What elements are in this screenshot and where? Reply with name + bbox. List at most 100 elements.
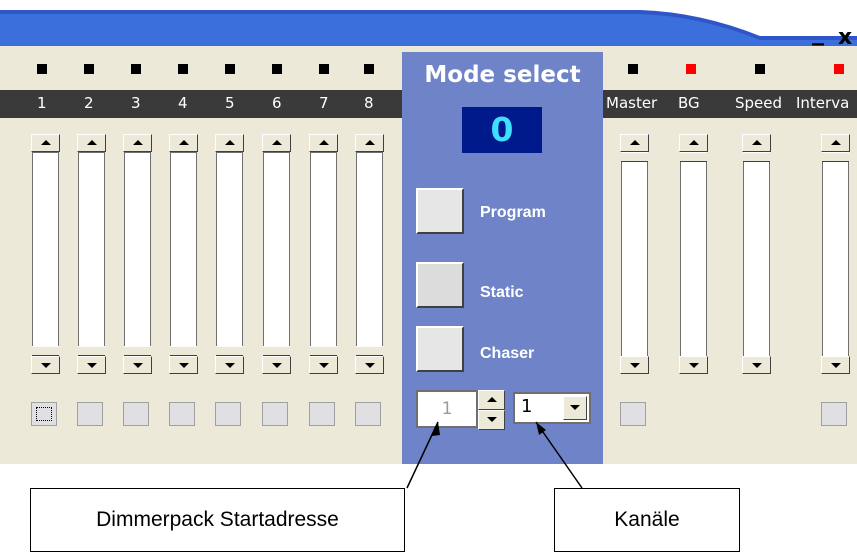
channel-select-button-1[interactable] [31, 402, 57, 426]
slider-track[interactable] [743, 152, 770, 358]
channel-count-value: 1 [521, 396, 533, 417]
static-button[interactable] [416, 262, 464, 308]
led-indicator-4 [178, 64, 188, 74]
slider-track[interactable] [78, 152, 105, 358]
channel-slider-7[interactable] [309, 134, 338, 374]
channel-select-button-8[interactable] [355, 402, 381, 426]
interval-select-button[interactable] [821, 402, 847, 426]
slider-thumb[interactable] [170, 346, 197, 356]
slider-down-button[interactable] [123, 356, 152, 374]
callout-channels: Kanäle [554, 488, 740, 552]
arrow-up-icon [630, 140, 640, 145]
slider-thumb[interactable] [78, 346, 105, 356]
channel-select-button-5[interactable] [215, 402, 241, 426]
channel-label-5: 5 [225, 94, 235, 112]
start-address-input[interactable]: 1 [416, 390, 478, 428]
led-indicator-speed [755, 64, 765, 74]
master-select-button[interactable] [620, 402, 646, 426]
channel-select-button-2[interactable] [77, 402, 103, 426]
channel-slider-4[interactable] [169, 134, 198, 374]
slider-up-button[interactable] [620, 134, 649, 152]
arrow-down-icon [272, 363, 282, 368]
dropdown-button[interactable] [563, 396, 587, 420]
arrow-up-icon [831, 140, 841, 145]
slider-track[interactable] [621, 152, 648, 358]
slider-down-button[interactable] [620, 356, 649, 374]
channel-select-button-4[interactable] [169, 402, 195, 426]
slider-thumb[interactable] [743, 152, 770, 162]
led-indicator-7 [319, 64, 329, 74]
slider-track[interactable] [263, 152, 290, 358]
slider-up-button[interactable] [169, 134, 198, 152]
slider-thumb[interactable] [356, 346, 383, 356]
bg-slider[interactable] [679, 134, 708, 374]
slider-up-button[interactable] [742, 134, 771, 152]
slider-thumb[interactable] [263, 346, 290, 356]
chaser-label: Chaser [480, 345, 535, 362]
slider-thumb[interactable] [216, 346, 243, 356]
slider-thumb[interactable] [32, 346, 59, 356]
channel-select-button-7[interactable] [309, 402, 335, 426]
slider-down-button[interactable] [169, 356, 198, 374]
slider-track[interactable] [216, 152, 243, 358]
spin-up-button[interactable] [478, 390, 505, 410]
slider-up-button[interactable] [77, 134, 106, 152]
channel-label-bg: BG [678, 94, 700, 112]
slider-up-button[interactable] [215, 134, 244, 152]
slider-up-button[interactable] [123, 134, 152, 152]
channel-slider-3[interactable] [123, 134, 152, 374]
slider-up-button[interactable] [355, 134, 384, 152]
slider-up-button[interactable] [821, 134, 850, 152]
arrow-up-icon [689, 140, 699, 145]
slider-down-button[interactable] [262, 356, 291, 374]
channel-slider-6[interactable] [262, 134, 291, 374]
slider-thumb[interactable] [680, 152, 707, 162]
slider-track[interactable] [680, 152, 707, 358]
slider-down-button[interactable] [679, 356, 708, 374]
slider-up-button[interactable] [309, 134, 338, 152]
chaser-button[interactable] [416, 326, 464, 372]
slider-up-button[interactable] [31, 134, 60, 152]
led-indicator-master [628, 64, 638, 74]
slider-down-button[interactable] [821, 356, 850, 374]
slider-down-button[interactable] [215, 356, 244, 374]
slider-thumb[interactable] [621, 152, 648, 162]
channel-label-master: Master [606, 94, 658, 112]
slider-track[interactable] [124, 152, 151, 358]
master-slider[interactable] [620, 134, 649, 374]
interval-slider[interactable] [821, 134, 850, 374]
channel-label-7: 7 [319, 94, 329, 112]
slider-down-button[interactable] [77, 356, 106, 374]
slider-up-button[interactable] [679, 134, 708, 152]
channel-label-2: 2 [84, 94, 94, 112]
callout-start-address: Dimmerpack Startadresse [30, 488, 405, 552]
channel-select-button-3[interactable] [123, 402, 149, 426]
channel-slider-1[interactable] [31, 134, 60, 374]
slider-track[interactable] [822, 152, 849, 358]
slider-thumb[interactable] [124, 346, 151, 356]
static-label: Static [480, 284, 524, 301]
spin-down-button[interactable] [478, 410, 505, 430]
channel-count-select[interactable]: 1 [513, 392, 591, 424]
slider-down-button[interactable] [309, 356, 338, 374]
channel-slider-5[interactable] [215, 134, 244, 374]
slider-thumb[interactable] [310, 346, 337, 356]
start-address-spinner[interactable] [478, 390, 505, 430]
slider-up-button[interactable] [262, 134, 291, 152]
slider-down-button[interactable] [31, 356, 60, 374]
slider-track[interactable] [170, 152, 197, 358]
slider-down-button[interactable] [355, 356, 384, 374]
channel-slider-8[interactable] [355, 134, 384, 374]
slider-thumb[interactable] [822, 152, 849, 162]
minimize-button[interactable]: _ [812, 20, 832, 44]
channel-label-speed: Speed [735, 94, 783, 112]
slider-track[interactable] [356, 152, 383, 358]
speed-slider[interactable] [742, 134, 771, 374]
slider-track[interactable] [310, 152, 337, 358]
slider-down-button[interactable] [742, 356, 771, 374]
arrow-down-icon [365, 363, 375, 368]
program-button[interactable] [416, 188, 464, 234]
channel-slider-2[interactable] [77, 134, 106, 374]
channel-select-button-6[interactable] [262, 402, 288, 426]
slider-track[interactable] [32, 152, 59, 358]
